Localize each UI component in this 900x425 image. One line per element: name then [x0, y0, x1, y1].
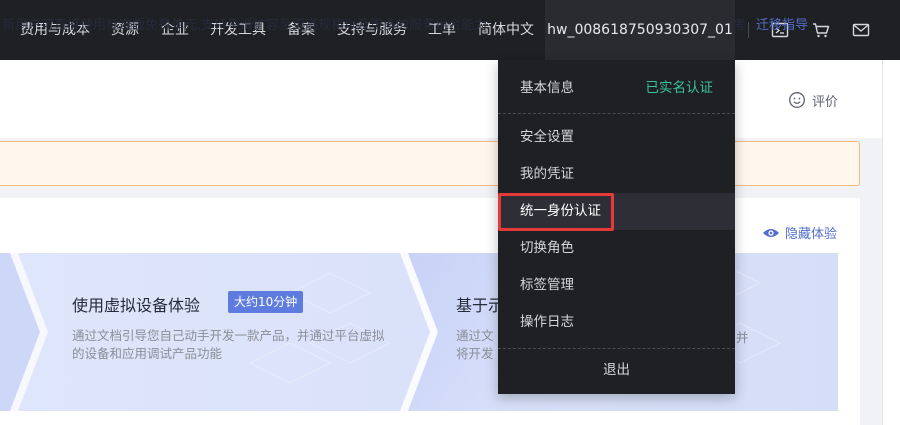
menu-switch-role[interactable]: 切换角色 [498, 230, 735, 267]
menu-separator [498, 113, 735, 114]
rate-label: 评价 [812, 94, 839, 110]
hide-experience-button[interactable]: 隐藏体验 [762, 223, 837, 242]
menu-basic-info[interactable]: 基本信息 已实名认证 [498, 70, 735, 107]
second-experience-title: 基于示 [456, 296, 498, 315]
smile-icon [788, 91, 806, 109]
hide-experience-label: 隐藏体验 [785, 227, 838, 242]
rate-button[interactable]: 评价 [788, 90, 838, 110]
cart-icon[interactable] [811, 20, 831, 40]
menu-operation-log[interactable]: 操作日志 [498, 304, 735, 341]
nav-divider [748, 22, 749, 38]
basic-info-label: 基本信息 [520, 80, 574, 96]
duration-badge: 大约10分钟 [228, 291, 304, 313]
menu-my-credentials[interactable]: 我的凭证 [498, 156, 735, 193]
virtual-device-title: 使用虚拟设备体验 [72, 296, 201, 315]
second-desc-tail: 并 [736, 330, 749, 345]
scrollbar[interactable] [882, 60, 900, 425]
banner-text: 新用户可直接使用标准版免费单元,支持平滑扩容至更高规格以及更多的服务组合能力 [2, 18, 488, 33]
menu-security-settings[interactable]: 安全设置 [498, 119, 735, 156]
banner-tail-text: 考 [733, 18, 747, 33]
page-header [0, 60, 882, 138]
mail-icon[interactable] [851, 20, 871, 40]
second-desc-line-2: 将开发 [456, 346, 494, 361]
second-experience-desc: 通过文 将开发 [456, 327, 501, 363]
virtual-device-desc: 通过文档引导您自己动手开发一款产品，并通过平台虚拟的设备和应用调试产品功能 [72, 328, 385, 361]
logout-button[interactable]: 退出 [498, 352, 735, 389]
verified-status: 已实名认证 [645, 80, 714, 96]
menu-iam[interactable]: 统一身份认证 [498, 193, 735, 230]
account-dropdown: 基本信息 已实名认证 安全设置 我的凭证 统一身份认证 切换角色 标签管理 操作… [498, 60, 735, 394]
menu-tag-management[interactable]: 标签管理 [498, 267, 735, 304]
menu-separator [498, 348, 735, 349]
migration-guide-link[interactable]: 迁移指导 [756, 14, 808, 33]
eye-icon [762, 226, 780, 240]
second-desc-line-1: 通过文 [456, 328, 494, 343]
